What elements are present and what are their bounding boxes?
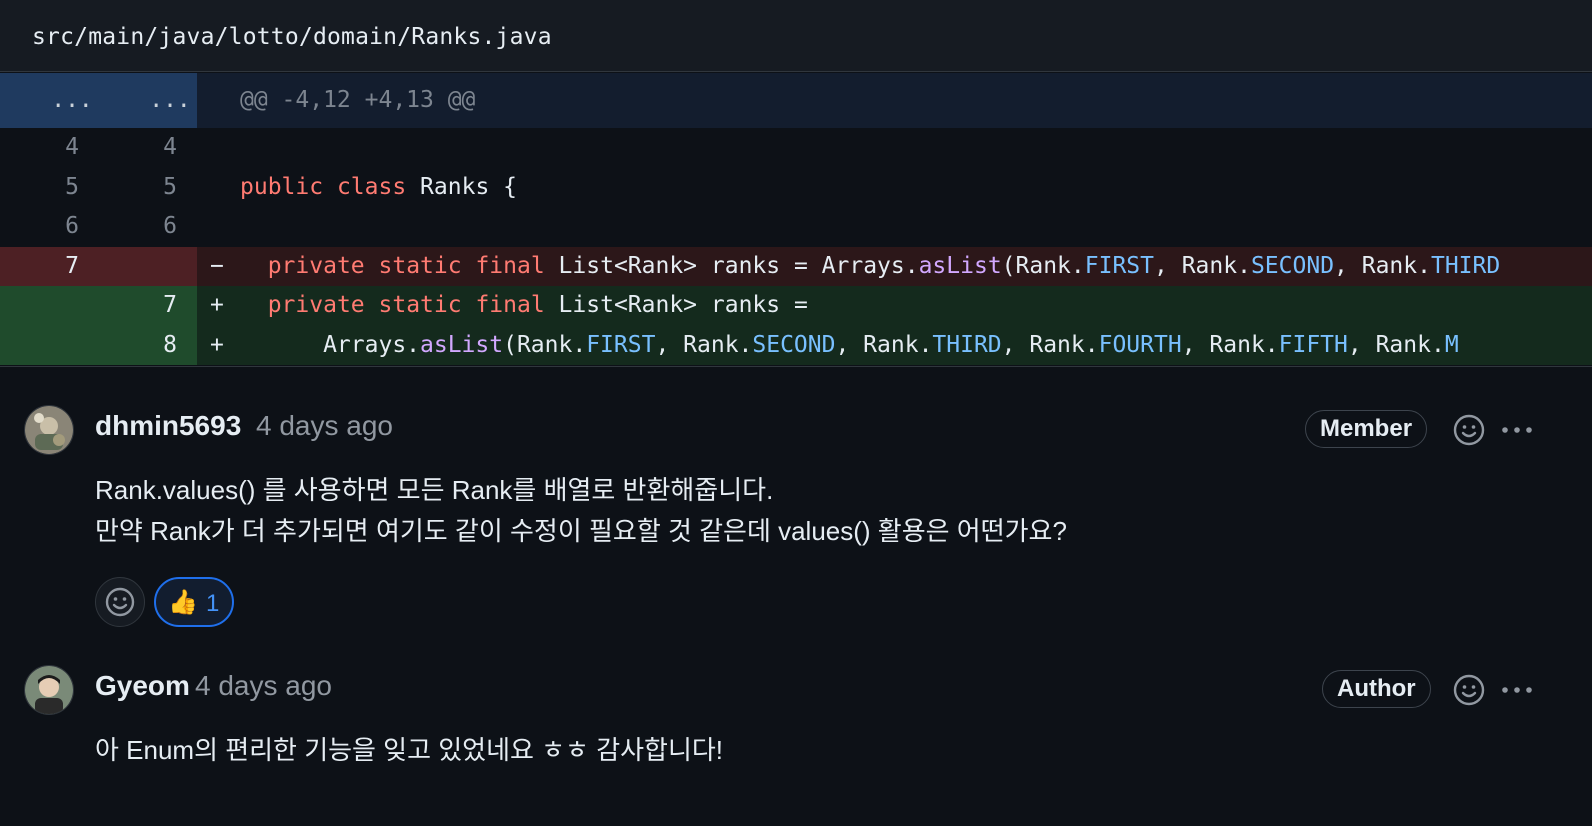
new-line-number[interactable]: 4 — [140, 128, 200, 168]
keyword: final — [475, 252, 545, 279]
smiley-icon — [105, 587, 135, 617]
diff-line: 6 6 — [0, 207, 1592, 247]
addition-marker: + — [210, 331, 224, 358]
code-line: private static final List<Rank> ranks = … — [240, 247, 1501, 287]
code-text: (Rank. — [503, 331, 587, 358]
old-line-number[interactable]: 7 — [42, 247, 102, 287]
smiley-icon[interactable] — [1453, 674, 1485, 706]
code-text: List<Rank> ranks = Arrays. — [544, 252, 919, 279]
comment-body: 아 Enum의 편리한 기능을 잊고 있었네요 ㅎㅎ 감사합니다! — [95, 730, 723, 771]
code-line: public class Ranks { — [240, 168, 517, 208]
keyword: final — [475, 292, 545, 318]
addition-marker: + — [210, 292, 224, 318]
expand-old-button[interactable]: ... — [42, 73, 102, 128]
keyword: static — [378, 252, 462, 279]
code-text: , Rank. — [1334, 252, 1431, 279]
keyword: private — [267, 292, 365, 318]
smiley-icon[interactable] — [1453, 414, 1485, 446]
code-text: List<Rank> ranks = — [544, 292, 808, 318]
hunk-header: @@ -4,12 +4,13 @@ — [240, 87, 476, 113]
line-gutter: 7 — [0, 246, 197, 287]
diff-table: ... ... @@ -4,12 +4,13 @@ 4 4 5 5 public… — [0, 73, 1592, 365]
keyword: static — [378, 292, 462, 318]
deletion-marker: − — [210, 252, 224, 279]
added-line: 7 + private static final List<Rank> rank… — [0, 286, 1592, 326]
diff-line: 4 4 — [0, 128, 1592, 168]
constant: THIRD — [1430, 252, 1501, 279]
constant: THIRD — [932, 331, 1002, 358]
comment-text-line: 아 Enum의 편리한 기능을 잊고 있었네요 ㅎㅎ 감사합니다! — [95, 735, 724, 765]
deleted-line: 7 − private static final List<Rank> rank… — [0, 246, 1592, 287]
constant: M — [1444, 331, 1459, 358]
code-text: Arrays. — [240, 331, 421, 358]
constant: FIRST — [1084, 252, 1155, 279]
new-line-number[interactable]: 6 — [140, 207, 200, 247]
code-text: , Rank. — [655, 331, 753, 358]
avatar[interactable] — [24, 665, 74, 715]
file-path[interactable]: src/main/java/lotto/domain/Ranks.java — [32, 24, 552, 50]
function-name: asList — [420, 331, 504, 358]
code-text: , Rank. — [1154, 252, 1251, 279]
comment-timestamp[interactable]: 4 days ago — [256, 410, 393, 442]
old-line-number[interactable]: 5 — [42, 168, 102, 208]
new-line-number[interactable]: 7 — [140, 286, 200, 326]
new-line-number[interactable]: 8 — [140, 326, 200, 366]
line-gutter: 8 — [0, 325, 200, 366]
line-gutter: 6 6 — [0, 207, 197, 247]
old-line-number[interactable]: 4 — [42, 128, 102, 168]
thumbs-up-reaction[interactable]: 👍 1 — [154, 577, 234, 627]
constant: FOURTH — [1098, 331, 1182, 358]
code-text: , Rank. — [835, 331, 933, 358]
reaction-count: 1 — [206, 590, 220, 617]
hunk-expand-gutter[interactable]: ... ... — [0, 73, 197, 128]
comment-author[interactable]: Gyeom — [95, 670, 190, 702]
hunk-header-row: ... ... @@ -4,12 +4,13 @@ — [0, 73, 1592, 128]
thumbs-up-icon: 👍 — [168, 589, 198, 616]
line-gutter: 7 — [0, 286, 197, 326]
code-text: (Rank. — [1001, 252, 1085, 279]
line-gutter: 5 5 — [0, 168, 197, 208]
code-text: , Rank. — [1347, 331, 1445, 358]
divider — [0, 366, 1592, 367]
constant: SECOND — [1250, 252, 1335, 279]
comment-timestamp[interactable]: 4 days ago — [195, 670, 332, 702]
code-line: Arrays.asList(Rank.FIRST, Rank.SECOND, R… — [240, 326, 1459, 366]
code-line: private static final List<Rank> ranks = — [240, 286, 808, 326]
keyword: private — [267, 252, 365, 279]
expand-new-button[interactable]: ... — [140, 73, 200, 128]
code-text: , Rank. — [1001, 331, 1099, 358]
line-gutter: 4 4 — [0, 128, 197, 168]
old-line-number[interactable]: 6 — [42, 207, 102, 247]
function-name: asList — [918, 252, 1002, 279]
code-text: , Rank. — [1181, 331, 1279, 358]
added-line: 8 + Arrays.asList(Rank.FIRST, Rank.SECON… — [0, 325, 1592, 366]
comment-author[interactable]: dhmin5693 — [95, 410, 241, 442]
constant: FIFTH — [1278, 331, 1348, 358]
constant: SECOND — [752, 331, 836, 358]
new-line-number[interactable]: 5 — [140, 168, 200, 208]
comment-body: Rank.values() 를 사용하면 모든 Rank를 배열로 반환해줍니다… — [95, 470, 1067, 552]
avatar[interactable] — [24, 405, 74, 455]
role-badge: Member — [1305, 410, 1428, 448]
add-reaction-button[interactable] — [95, 577, 145, 627]
comment-text-line: 만약 Rank가 더 추가되면 여기도 같이 수정이 필요할 것 같은데 val… — [95, 516, 1067, 546]
file-header: src/main/java/lotto/domain/Ranks.java — [0, 0, 1592, 72]
code-text: Ranks { — [406, 173, 517, 200]
comment-text-line: Rank.values() 를 사용하면 모든 Rank를 배열로 반환해줍니다… — [95, 475, 774, 505]
keyword: public — [240, 173, 324, 200]
role-badge: Author — [1322, 670, 1431, 708]
kebab-horizontal-icon[interactable] — [1500, 425, 1534, 435]
constant: FIRST — [586, 331, 656, 358]
kebab-horizontal-icon[interactable] — [1500, 685, 1534, 695]
diff-line: 5 5 public class Ranks { — [0, 168, 1592, 208]
keyword: class — [336, 173, 407, 200]
